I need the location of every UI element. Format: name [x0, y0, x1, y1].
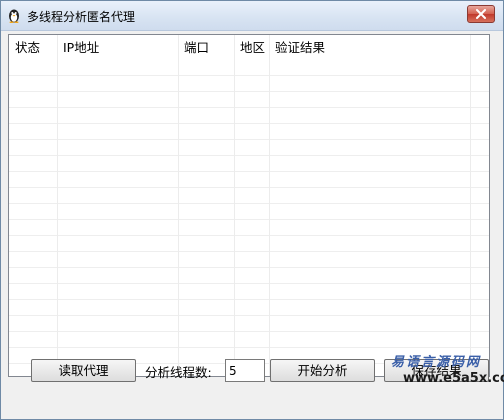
- window-title: 多线程分析匿名代理: [27, 10, 136, 24]
- column-header-status[interactable]: 状态: [9, 35, 57, 60]
- thread-count-label: 分析线程数:: [145, 365, 212, 380]
- close-button[interactable]: [467, 5, 495, 23]
- start-analysis-button[interactable]: 开始分析: [270, 359, 375, 382]
- column-divider: [269, 35, 270, 376]
- thread-count-input[interactable]: [225, 359, 265, 382]
- column-divider: [178, 35, 179, 376]
- read-proxy-button[interactable]: 读取代理: [31, 359, 136, 382]
- watermark-url: www.e5a5x.com: [403, 371, 504, 386]
- watermark: 易语言源码网 www.e5a5x.com: [373, 351, 504, 391]
- column-divider: [57, 35, 58, 376]
- close-icon: [476, 9, 486, 19]
- column-header-result[interactable]: 验证结果: [269, 35, 470, 60]
- proxy-list[interactable]: 状态 IP地址 端口 地区 验证结果: [8, 34, 490, 377]
- main-window: 多线程分析匿名代理 状态 IP地址 端口 地区 验证结果 读取代理 分析线程数:…: [0, 0, 504, 420]
- penguin-icon: [9, 9, 19, 23]
- list-rows: [9, 60, 489, 376]
- column-header-region[interactable]: 地区: [234, 35, 269, 60]
- column-header-ip[interactable]: IP地址: [57, 35, 178, 60]
- column-divider: [470, 35, 471, 376]
- watermark-site-name: 易语言源码网: [391, 355, 482, 370]
- title-bar[interactable]: 多线程分析匿名代理: [1, 1, 503, 31]
- column-header-port[interactable]: 端口: [178, 35, 234, 60]
- column-divider: [234, 35, 235, 376]
